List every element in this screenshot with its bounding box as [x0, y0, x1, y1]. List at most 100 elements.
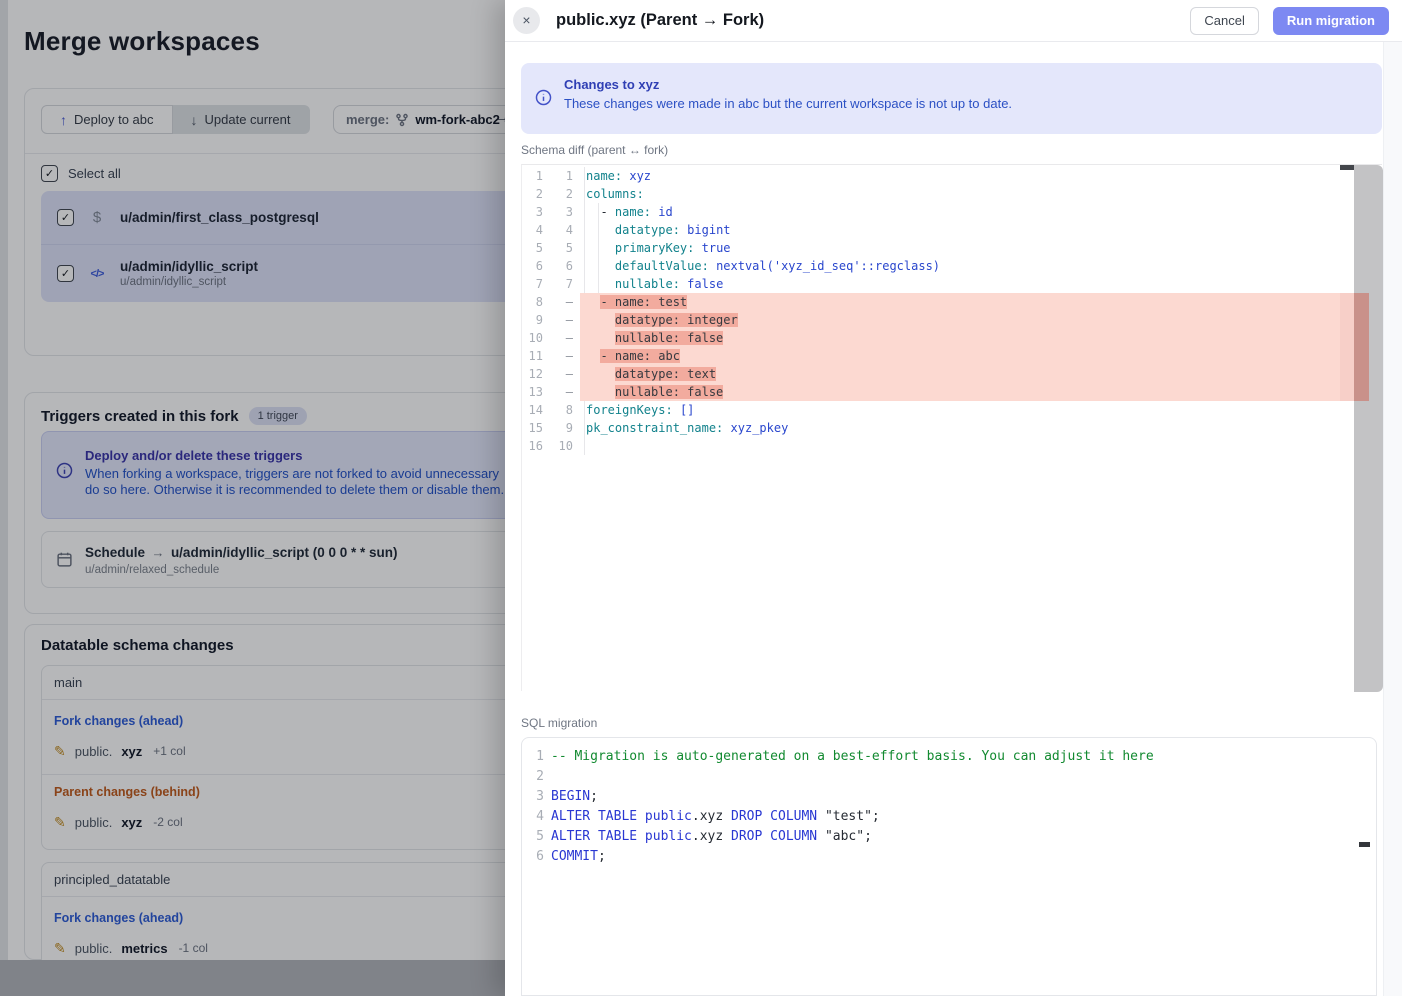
diff-line-content: name: xyz — [580, 167, 1340, 185]
modified-line-number: 6 — [552, 257, 580, 275]
modified-line-number: – — [552, 311, 580, 329]
diff-line-content: - name: test — [580, 293, 1340, 311]
scrollbar-thumb[interactable] — [1340, 165, 1354, 170]
original-line-number: 11 — [522, 347, 552, 365]
cancel-button[interactable]: Cancel — [1190, 7, 1258, 35]
changes-info-alert: Changes to xyz These changes were made i… — [521, 63, 1382, 134]
diff-line: 22columns: — [522, 185, 1340, 203]
deleted-text: datatype: integer — [615, 313, 738, 327]
sql-migration-label: SQL migration — [521, 716, 597, 730]
sql-line-content: BEGIN; — [544, 787, 1376, 807]
modified-line-number: – — [552, 329, 580, 347]
original-line-number: 6 — [522, 257, 552, 275]
sql-line-content — [544, 767, 1376, 787]
diff-line-content: datatype: integer — [580, 311, 1340, 329]
diff-line-content: - name: id — [580, 203, 1340, 221]
line-number: 6 — [522, 847, 544, 867]
diff-line: 8– - name: test — [522, 293, 1340, 311]
drawer-scroll-gutter[interactable] — [1383, 42, 1402, 996]
modified-line-number: 7 — [552, 275, 580, 293]
diff-line-content: nullable: false — [580, 275, 1340, 293]
diff-line: 1610 — [522, 437, 1340, 455]
sql-line-content: COMMIT; — [544, 847, 1376, 867]
original-line-number: 1 — [522, 167, 552, 185]
diff-line-content: - name: abc — [580, 347, 1340, 365]
original-line-number: 4 — [522, 221, 552, 239]
original-line-number: 5 — [522, 239, 552, 257]
diff-line-content: defaultValue: nextval('xyz_id_seq'::regc… — [580, 257, 1340, 275]
modified-line-number: – — [552, 347, 580, 365]
sql-migration-editor[interactable]: 1-- Migration is auto-generated on a bes… — [521, 737, 1377, 996]
original-line-number: 2 — [522, 185, 552, 203]
original-line-number: 9 — [522, 311, 552, 329]
run-migration-button[interactable]: Run migration — [1273, 7, 1389, 35]
original-line-number: 15 — [522, 419, 552, 437]
modal-backdrop[interactable] — [0, 0, 505, 996]
diff-line: 12– datatype: text — [522, 365, 1340, 383]
screen: Merge workspaces ↑ Deploy to abc ↓ Updat… — [0, 0, 1402, 996]
diff-line: 77 nullable: false — [522, 275, 1340, 293]
diff-line: 66 defaultValue: nextval('xyz_id_seq'::r… — [522, 257, 1340, 275]
original-line-number: 8 — [522, 293, 552, 311]
modified-line-number: – — [552, 365, 580, 383]
diff-line: 55 primaryKey: true — [522, 239, 1340, 257]
close-icon[interactable]: × — [513, 7, 540, 34]
original-line-number: 14 — [522, 401, 552, 419]
diff-line: 11name: xyz — [522, 167, 1340, 185]
drawer-title: public.xyz (Parent → Fork) — [556, 11, 764, 30]
modified-line-number: 9 — [552, 419, 580, 437]
sql-line: 4ALTER TABLE public.xyz DROP COLUMN "tes… — [522, 807, 1376, 827]
diff-line: 44 datatype: bigint — [522, 221, 1340, 239]
line-number: 1 — [522, 747, 544, 767]
original-line-number: 3 — [522, 203, 552, 221]
sql-line: 1-- Migration is auto-generated on a bes… — [522, 747, 1376, 767]
diff-line: 10– nullable: false — [522, 329, 1340, 347]
modified-line-number: 10 — [552, 437, 580, 455]
overview-ruler-deleted-marker — [1354, 293, 1369, 401]
sql-line-content: ALTER TABLE public.xyz DROP COLUMN "abc"… — [544, 827, 1376, 847]
scrollbar-thumb[interactable] — [1359, 842, 1370, 847]
diff-line-content: columns: — [580, 185, 1340, 203]
diff-line: 9– datatype: integer — [522, 311, 1340, 329]
modified-line-number: – — [552, 383, 580, 401]
line-number: 5 — [522, 827, 544, 847]
sql-line-content: -- Migration is auto-generated on a best… — [544, 747, 1376, 767]
diff-line: 159pk_constraint_name: xyz_pkey — [522, 419, 1340, 437]
original-line-number: 10 — [522, 329, 552, 347]
original-line-number: 13 — [522, 383, 552, 401]
sql-line: 6COMMIT; — [522, 847, 1376, 867]
diff-line: 148foreignKeys: [] — [522, 401, 1340, 419]
modified-line-number: 5 — [552, 239, 580, 257]
drawer-header: × public.xyz (Parent → Fork) Cancel Run … — [505, 0, 1402, 42]
deleted-text: - name: test — [600, 295, 687, 309]
diff-line: 33 - name: id — [522, 203, 1340, 221]
original-line-number: 12 — [522, 365, 552, 383]
overview-ruler[interactable] — [1354, 165, 1383, 692]
diff-line-content: datatype: text — [580, 365, 1340, 383]
diff-deleted-margin — [1340, 293, 1354, 401]
line-number: 4 — [522, 807, 544, 827]
modified-line-number: 8 — [552, 401, 580, 419]
diff-line-content: nullable: false — [580, 329, 1340, 347]
deleted-text: nullable: false — [615, 331, 723, 345]
schema-diff-editor[interactable]: 11name: xyz22columns:33 - name: id44 dat… — [521, 164, 1382, 691]
diff-line-content: datatype: bigint — [580, 221, 1340, 239]
diff-line: 11– - name: abc — [522, 347, 1340, 365]
original-line-number: 16 — [522, 437, 552, 455]
changes-alert-title: Changes to xyz — [564, 77, 1012, 92]
line-number: 2 — [522, 767, 544, 787]
diff-line-content: pk_constraint_name: xyz_pkey — [580, 419, 1340, 437]
sql-line: 2 — [522, 767, 1376, 787]
diff-line-content — [580, 437, 1340, 455]
schema-diff-label: Schema diff (parent ↔ fork) — [521, 143, 668, 157]
deleted-text: - name: abc — [600, 349, 679, 363]
diff-line-content: primaryKey: true — [580, 239, 1340, 257]
changes-alert-body: These changes were made in abc but the c… — [564, 96, 1012, 112]
modified-line-number: – — [552, 293, 580, 311]
deleted-text: nullable: false — [615, 385, 723, 399]
diff-line-content: nullable: false — [580, 383, 1340, 401]
modified-line-number: 2 — [552, 185, 580, 203]
migration-drawer: × public.xyz (Parent → Fork) Cancel Run … — [505, 0, 1402, 996]
modified-line-number: 4 — [552, 221, 580, 239]
modified-line-number: 3 — [552, 203, 580, 221]
